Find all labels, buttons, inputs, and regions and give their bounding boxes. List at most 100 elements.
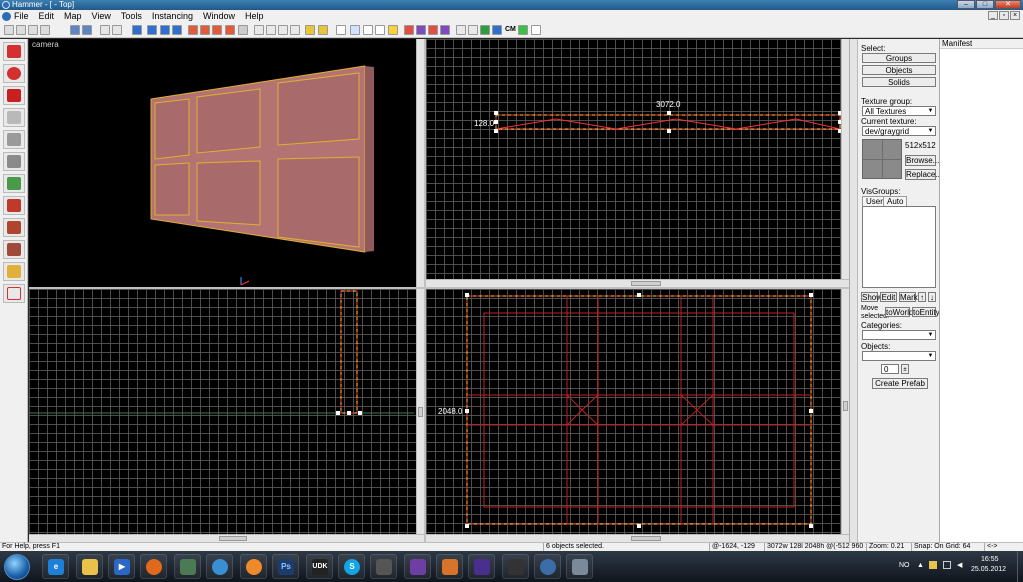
taskbar-skype[interactable]: S [338, 554, 365, 579]
tray-flag-icon[interactable] [929, 561, 937, 569]
groups-button[interactable]: Groups [862, 53, 936, 63]
group-icon[interactable] [70, 25, 80, 35]
check-problems-icon[interactable] [428, 25, 438, 35]
resize-handle[interactable] [637, 293, 641, 297]
menu-help[interactable]: Help [245, 11, 264, 21]
to-world-button[interactable]: toWorld [885, 307, 913, 317]
top-viewport[interactable]: 3072.0 128.0 [426, 39, 849, 287]
texture-group-select[interactable]: All Textures ▼ [862, 106, 936, 116]
front-viewport[interactable]: 2048.0 [426, 289, 849, 542]
block-tool[interactable] [3, 130, 25, 149]
grid-larger-icon[interactable] [40, 25, 50, 35]
side-hscroll[interactable] [29, 534, 424, 542]
resize-handle[interactable] [465, 524, 469, 528]
paste-icon[interactable] [278, 25, 288, 35]
menu-file[interactable]: File [14, 11, 29, 21]
menu-map[interactable]: Map [64, 11, 82, 21]
prefab-count-spinner[interactable]: 0 [881, 364, 899, 374]
menu-window[interactable]: Window [203, 11, 235, 21]
to-entity-button[interactable]: toEntity [912, 307, 940, 317]
resize-handle[interactable] [667, 129, 671, 133]
start-button[interactable] [4, 554, 30, 580]
network-icon[interactable] [943, 561, 951, 569]
grid-smaller-icon[interactable] [28, 25, 38, 35]
language-indicator[interactable]: NO [899, 562, 910, 569]
paste-special-icon[interactable] [290, 25, 300, 35]
magnify-tool[interactable] [3, 64, 25, 83]
taskbar-app14[interactable] [468, 554, 495, 579]
create-prefab-button[interactable]: Create Prefab [872, 378, 928, 389]
objects-button[interactable]: Objects [862, 65, 936, 75]
side-viewport[interactable] [29, 289, 424, 542]
entity-tool[interactable] [3, 108, 25, 127]
copy-icon[interactable] [266, 25, 276, 35]
doc-close-button[interactable]: × [1010, 11, 1020, 20]
map-properties-icon[interactable] [440, 25, 450, 35]
objects-select[interactable]: ▼ [862, 351, 936, 361]
menu-instancing[interactable]: Instancing [152, 11, 193, 21]
resize-handle[interactable] [465, 293, 469, 297]
cut-icon[interactable] [254, 25, 264, 35]
show-button[interactable]: Show [861, 292, 882, 302]
title-bar[interactable]: Hammer - [ - Top] – □ ✕ [0, 0, 1023, 10]
taskbar-media[interactable]: ▶ [108, 554, 135, 579]
show-items-icon[interactable] [238, 25, 248, 35]
texture-scale-lock-icon[interactable] [212, 25, 222, 35]
edit-button[interactable]: Edit [880, 292, 897, 302]
resize-handle[interactable] [465, 409, 469, 413]
texture-application-icon[interactable] [318, 25, 328, 35]
volume-icon[interactable]: ◀ [957, 561, 962, 569]
apply-texture-tool[interactable] [3, 174, 25, 193]
taskbar-photoshop[interactable]: Ps [272, 554, 299, 579]
resize-handle[interactable] [637, 524, 641, 528]
taskbar-app15[interactable] [502, 554, 529, 579]
undo-icon[interactable] [100, 25, 110, 35]
taskbar-app13[interactable] [436, 554, 463, 579]
mark-button[interactable]: Mark [899, 292, 918, 302]
taskbar-app6[interactable] [206, 554, 233, 579]
move-to-world-icon[interactable] [172, 25, 182, 35]
top-hscroll[interactable] [426, 279, 849, 287]
pc-icon[interactable] [531, 25, 541, 35]
sky-icon[interactable] [480, 25, 490, 35]
resize-handle[interactable] [336, 411, 340, 415]
show-desktop-button[interactable] [1017, 551, 1023, 582]
side-vscroll[interactable] [416, 289, 424, 534]
replace-button[interactable]: Replace... [905, 169, 942, 180]
taskbar-hammer[interactable] [566, 554, 593, 579]
horizontal-splitter[interactable] [29, 287, 849, 289]
taskbar-app16[interactable] [534, 554, 561, 579]
camera-vscroll[interactable] [416, 39, 424, 287]
texture-tool[interactable] [3, 152, 25, 171]
decal-tool[interactable] [3, 196, 25, 215]
solids-button[interactable]: Solids [862, 77, 936, 87]
selection-tool[interactable] [3, 42, 25, 61]
doc-minimize-button[interactable]: _ [988, 11, 998, 20]
browse-button[interactable]: Browse... [905, 155, 939, 166]
taskbar-ie[interactable]: e [42, 554, 69, 579]
selection-box-icon[interactable] [336, 25, 346, 35]
taskbar-photos[interactable] [174, 554, 201, 579]
vertical-splitter[interactable] [424, 39, 426, 542]
categories-select[interactable]: ▼ [862, 330, 936, 340]
carve-icon[interactable] [132, 25, 142, 35]
global-settings-icon[interactable] [468, 25, 478, 35]
front-vscroll[interactable] [841, 289, 849, 534]
move-up-button[interactable]: ↑ [918, 292, 926, 302]
resize-handle[interactable] [347, 411, 351, 415]
taskbar-explorer[interactable] [76, 554, 103, 579]
visgroups-list[interactable] [862, 206, 936, 288]
overlay-tool[interactable] [3, 262, 25, 281]
camera-tool[interactable] [3, 86, 25, 105]
path-tool[interactable] [3, 284, 25, 303]
redo-icon[interactable] [112, 25, 122, 35]
tab-auto[interactable]: Auto [883, 196, 908, 206]
vmt-icon[interactable] [492, 25, 502, 35]
ungroup-icon[interactable] [82, 25, 92, 35]
toggle-cordon-icon[interactable] [350, 25, 360, 35]
texture-preview[interactable] [862, 139, 902, 179]
tie-to-entity-icon[interactable] [160, 25, 170, 35]
front-hscroll[interactable] [426, 534, 849, 542]
top-vscroll[interactable] [841, 39, 849, 279]
maximize-button[interactable]: □ [976, 0, 994, 9]
